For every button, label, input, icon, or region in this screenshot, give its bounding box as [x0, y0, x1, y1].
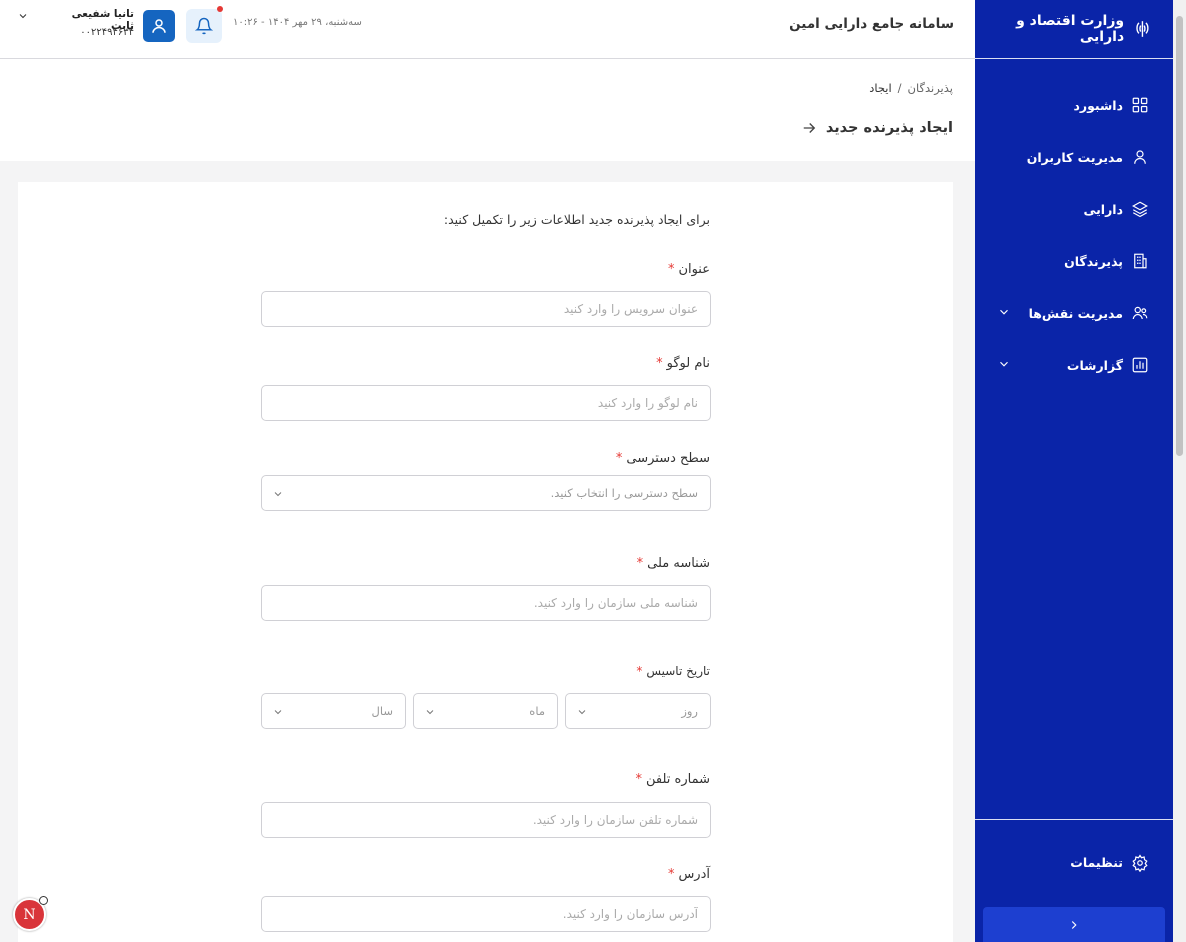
logo-label: نام لوگو*: [656, 356, 710, 371]
national-id-label: شناسه ملی*: [637, 556, 710, 571]
sidebar-item-reports[interactable]: گزارشات: [975, 339, 1173, 391]
chevron-down-icon: [426, 710, 434, 715]
logo-label-text: نام لوگو: [666, 356, 710, 371]
breadcrumb-parent[interactable]: پذیرندگان: [908, 81, 953, 95]
day-select[interactable]: روز: [565, 693, 711, 729]
required-mark: *: [636, 664, 643, 678]
address-input[interactable]: [261, 896, 711, 932]
sidebar-item-label: داشبورد: [1073, 97, 1123, 113]
layers-icon: [1132, 201, 1148, 218]
sidebar-item-label: گزارشات: [1066, 357, 1123, 373]
day-select-placeholder: روز: [681, 704, 698, 718]
chevron-down-icon: [274, 710, 282, 715]
chevron-right-icon: [1071, 920, 1077, 929]
breadcrumb-separator: /: [897, 81, 902, 95]
chevron-down-icon: [1000, 361, 1008, 367]
emblem-icon: [1136, 21, 1149, 37]
title-label: عنوان*: [668, 262, 710, 277]
national-id-label-text: شناسه ملی: [647, 556, 710, 571]
sidebar-brand[interactable]: وزارت اقتصاد و دارایی: [975, 0, 1173, 59]
sidebar-item-label: پذیرندگان: [1064, 253, 1123, 269]
page-title-row: ایجاد پذیرنده جدید: [800, 119, 953, 137]
sidebar-item-settings[interactable]: تنظیمات: [975, 819, 1173, 905]
chevron-down-icon: [1000, 309, 1008, 315]
required-mark: *: [635, 772, 643, 787]
users-icon: [1132, 306, 1148, 320]
logo-input[interactable]: [261, 385, 711, 421]
address-label: آدرس*: [668, 867, 710, 882]
required-mark: *: [667, 867, 675, 882]
user-icon: [1134, 150, 1146, 164]
address-label-text: آدرس: [678, 867, 710, 882]
breadcrumb: پذیرندگان / ایجاد: [869, 81, 953, 95]
required-mark: *: [636, 556, 644, 571]
access-select-placeholder: سطح دسترسی را انتخاب کنید.: [550, 486, 698, 500]
sidebar: وزارت اقتصاد و دارایی داشبورد مدیریت کار…: [975, 0, 1173, 942]
chevron-down-icon: [578, 710, 586, 715]
access-select[interactable]: سطح دسترسی را انتخاب کنید.: [261, 475, 711, 511]
national-id-input[interactable]: [261, 585, 711, 621]
chevron-down-icon[interactable]: [17, 10, 29, 22]
page-title: ایجاد پذیرنده جدید: [825, 120, 953, 136]
sidebar-nav: داشبورد مدیریت کاربران دارایی پذیرندگان …: [975, 59, 1173, 391]
page-scrollbar[interactable]: [1173, 0, 1186, 942]
gear-icon: [1132, 853, 1148, 872]
required-mark: *: [615, 451, 623, 466]
form-card: برای ایجاد پذیرنده جدید اطلاعات زیر را ت…: [18, 182, 953, 942]
arrow-back-icon[interactable]: [800, 119, 818, 137]
month-select[interactable]: ماه: [413, 693, 558, 729]
access-label: سطح دسترسی*: [616, 451, 710, 466]
notifications-button[interactable]: [186, 6, 223, 43]
sidebar-item-assets[interactable]: دارایی: [975, 183, 1173, 235]
user-icon: [152, 19, 166, 33]
bell-icon: [195, 17, 213, 35]
sidebar-collapse-button[interactable]: [983, 907, 1165, 942]
scrollbar-thumb[interactable]: [1176, 16, 1183, 456]
form-intro: برای ایجاد پذیرنده جدید اطلاعات زیر را ت…: [443, 212, 710, 227]
title-label-text: عنوان: [678, 262, 710, 277]
notification-dot: [217, 6, 223, 12]
top-header: سامانه جامع دارایی امین سه‌شنبه، ۲۹ مهر …: [0, 0, 975, 59]
phone-label: شماره تلفن*: [636, 772, 710, 787]
required-mark: *: [656, 356, 663, 371]
building-icon: [1134, 253, 1147, 269]
sidebar-item-dashboard[interactable]: داشبورد: [975, 79, 1173, 131]
page-header: پذیرندگان / ایجاد ایجاد پذیرنده جدید: [0, 59, 975, 161]
phone-input[interactable]: [261, 802, 711, 838]
user-id: ۰۰۲۲۴۹۴۶۳۴: [80, 27, 134, 38]
sidebar-item-label: مدیریت کاربران: [1026, 149, 1123, 165]
grid-icon: [1132, 97, 1148, 113]
access-label-text: سطح دسترسی: [626, 451, 710, 466]
phone-label-text: شماره تلفن: [646, 772, 710, 787]
chart-icon: [1132, 357, 1148, 373]
avatar[interactable]: [143, 10, 175, 42]
badge-letter: N: [23, 906, 36, 923]
founded-label: تاریخ تاسیس*: [636, 664, 710, 678]
brand-name: وزارت اقتصاد و دارایی: [1016, 13, 1125, 45]
settings-label: تنظیمات: [1070, 855, 1123, 870]
title-input[interactable]: [261, 291, 711, 327]
sidebar-item-acceptors[interactable]: پذیرندگان: [975, 235, 1173, 287]
founded-label-text: تاریخ تاسیس: [646, 664, 710, 678]
required-mark: *: [667, 262, 675, 277]
current-datetime: سه‌شنبه، ۲۹ مهر ۱۴۰۴ - ۱۰:۲۶: [233, 17, 362, 28]
badge-dot: [39, 896, 48, 905]
system-title: سامانه جامع دارایی امین: [789, 16, 954, 32]
sidebar-item-label: مدیریت نقش‌ها: [1028, 305, 1123, 321]
chevron-down-icon: [274, 492, 282, 497]
dev-tools-badge[interactable]: N: [13, 896, 48, 931]
breadcrumb-current: ایجاد: [869, 81, 892, 95]
year-select-placeholder: سال: [371, 704, 394, 718]
sidebar-item-user-management[interactable]: مدیریت کاربران: [975, 131, 1173, 183]
month-select-placeholder: ماه: [529, 704, 545, 718]
sidebar-item-label: دارایی: [1083, 201, 1123, 217]
year-select[interactable]: سال: [261, 693, 406, 729]
sidebar-item-role-management[interactable]: مدیریت نقش‌ها: [975, 287, 1173, 339]
